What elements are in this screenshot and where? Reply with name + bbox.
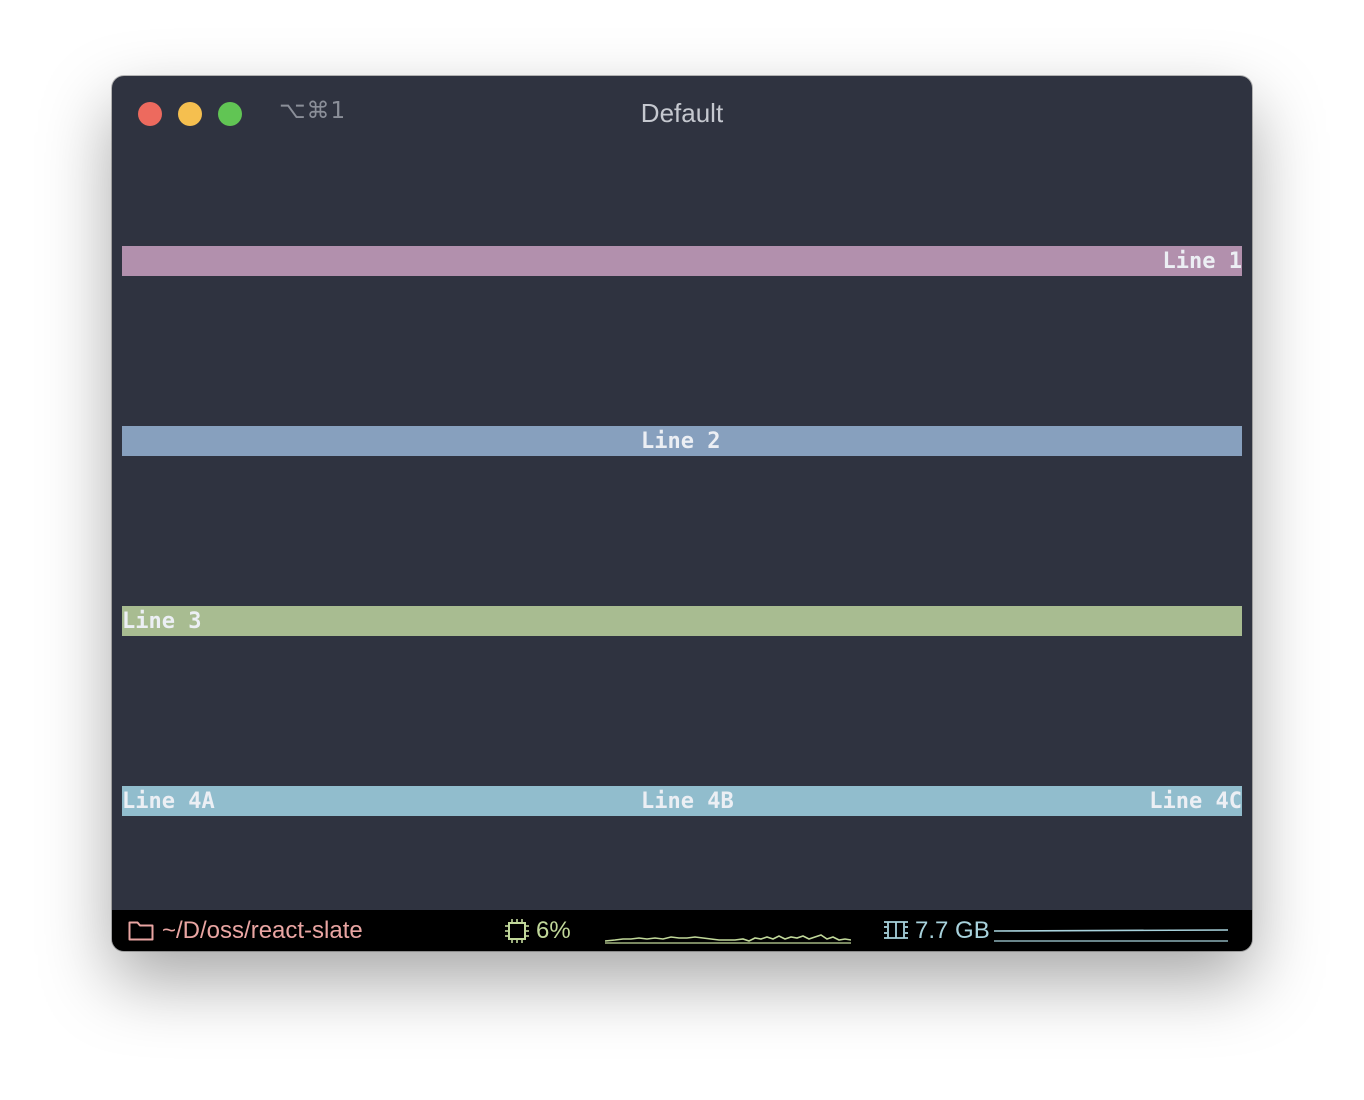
folder-icon <box>128 919 154 941</box>
memory-graph <box>994 910 1228 951</box>
terminal-line-3: Line 3 <box>122 606 1242 636</box>
terminal-line-2: Line 2 <box>122 426 1242 456</box>
line-3-text: Line 3 <box>122 609 202 634</box>
line-4c-text: Line 4C <box>1149 789 1242 814</box>
window-title: Default <box>640 98 724 128</box>
cpu-chip-icon <box>504 918 530 944</box>
cpu-graph <box>605 910 851 951</box>
line-4b-text: Line 4B <box>641 789 734 814</box>
terminal-line-4: Line 4A Line 4B Line 4C <box>122 786 1242 816</box>
cpu-percent: 6% <box>536 917 571 944</box>
memory-icon <box>883 920 909 940</box>
terminal-line-1: Line 1 <box>122 246 1242 276</box>
line-2-text: Line 2 <box>641 429 721 454</box>
current-path: ~/D/oss/react-slate <box>162 917 363 944</box>
terminal-window: ⌥⌘1 Default Line 1 Line 2 Line 3 Line 4A… <box>112 76 1252 951</box>
status-bar: ~/D/oss/react-slate 6% 7.7 GB <box>112 910 1252 951</box>
line-1-text: Line 1 <box>1162 249 1242 274</box>
title-bar[interactable]: ⌥⌘1 Default <box>112 76 1252 152</box>
memory-usage: 7.7 GB <box>915 917 990 944</box>
line-4a-text: Line 4A <box>122 789 215 814</box>
